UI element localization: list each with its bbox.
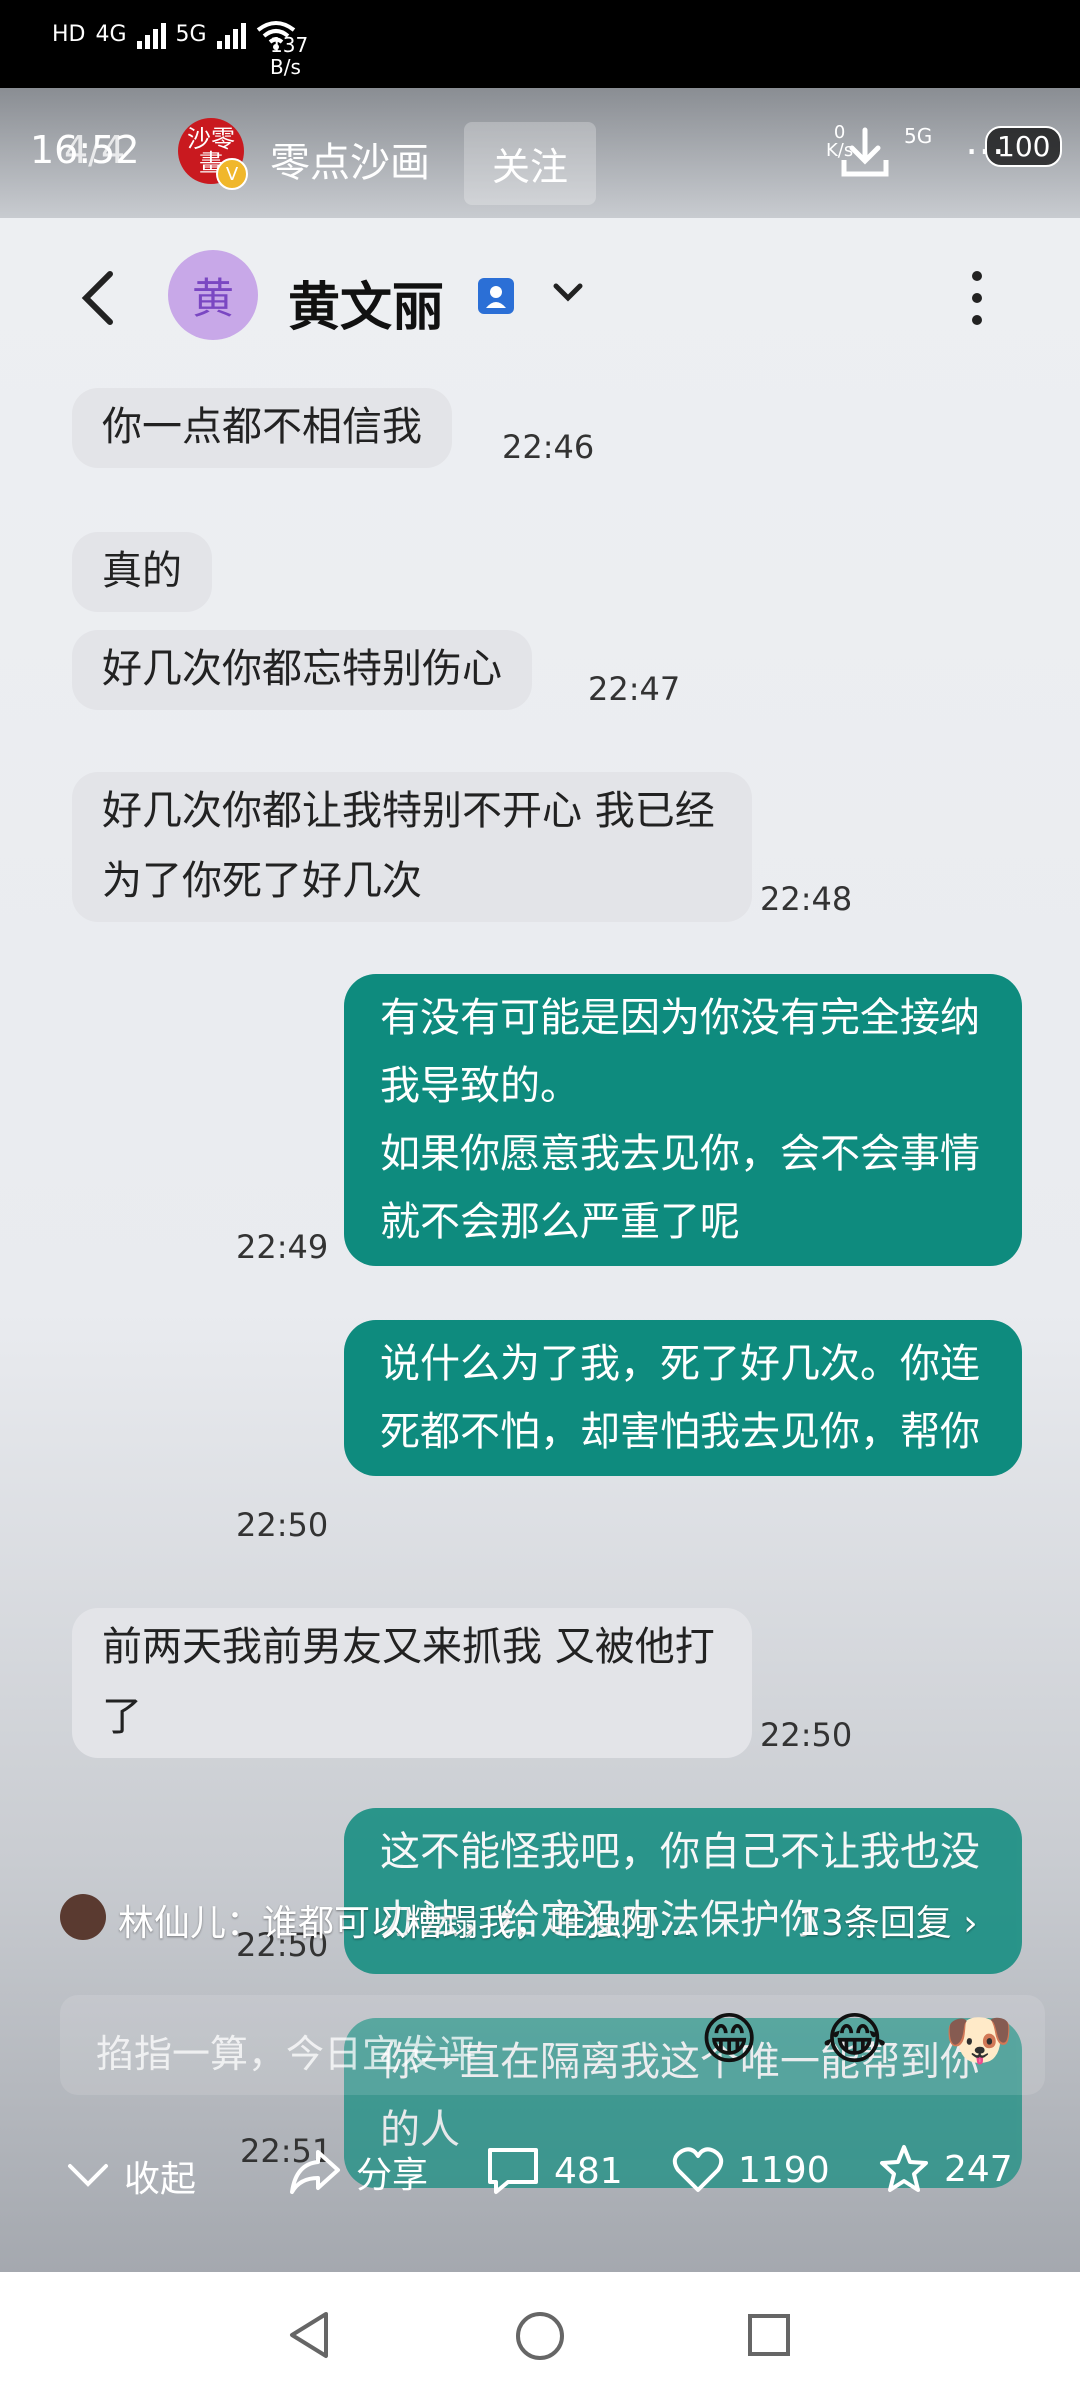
comment-count-button[interactable]: 481 <box>486 2146 623 2196</box>
message-bubble-in: 好几次你都忘特别伤心 <box>72 630 532 710</box>
message-time: 22:50 <box>760 1716 853 1754</box>
status-bar: HD 4G 5G 137 B/s <box>0 0 1080 88</box>
message-time: 22:48 <box>760 880 853 918</box>
download-icon[interactable] <box>838 126 892 180</box>
nav-recents-icon[interactable] <box>746 2312 792 2358</box>
more-vertical-icon[interactable] <box>964 268 990 328</box>
share-button[interactable]: 分享 <box>288 2146 428 2198</box>
replies-link[interactable]: 13条回复 › <box>798 1894 978 1946</box>
message-bubble-out: 这不能怪我吧，你自己不让我也没办法，给定没办法保护你 <box>344 1808 1022 1974</box>
message-time: 22:50 <box>236 1506 329 1544</box>
right-network-label: 5G <box>904 124 933 148</box>
nav-home-icon[interactable] <box>514 2310 566 2362</box>
message-bubble-out: 有没有可能是因为你没有完全接纳我导致的。 如果你愿意我去见你，会不会事情就不会那… <box>344 974 1022 1266</box>
message-bubble-in: 你一点都不相信我 <box>72 388 452 468</box>
author-name[interactable]: 零点沙画 <box>270 130 430 188</box>
signal-icon <box>136 21 166 49</box>
like-button[interactable]: 1190 <box>672 2146 830 2194</box>
message-bubble-in: 真的 <box>72 532 212 612</box>
comment-preview[interactable]: 林仙儿：谁都可以糟蹋我，唯独阿… <box>118 1894 694 1946</box>
comment-input[interactable]: 掐指一算，今日宜发评 😁 😂 🐶 <box>60 1995 1045 2095</box>
commenter-avatar[interactable] <box>60 1894 106 1940</box>
comment-user: 林仙儿 <box>118 1903 227 1944</box>
chevron-right-icon: › <box>951 1903 978 1944</box>
post-top-bar: 16:52 4/4 沙零 畫 V 零点沙画 关注 0 K/s 5G 100 ⋯ <box>0 88 1080 218</box>
share-icon <box>290 2150 340 2194</box>
5g-label: 5G <box>175 22 207 47</box>
heart-icon <box>672 2147 724 2192</box>
contact-name[interactable]: 黄文丽 <box>288 265 444 340</box>
back-arrow-icon[interactable] <box>78 270 118 326</box>
nav-back-icon[interactable] <box>286 2310 332 2360</box>
comment-icon <box>488 2148 538 2194</box>
message-time: 22:46 <box>502 428 595 466</box>
hd-label: HD <box>52 22 86 47</box>
contact-card-icon <box>478 278 514 314</box>
collapse-button[interactable]: 收起 <box>66 2150 196 2202</box>
4g-label: 4G <box>95 22 127 47</box>
network-speed: 137 B/s <box>270 33 309 79</box>
page-counter: 4/4 <box>64 128 126 172</box>
follow-button[interactable]: 关注 <box>464 122 597 205</box>
emoji-grin[interactable]: 😁 <box>700 2007 758 2072</box>
comment-placeholder: 掐指一算，今日宜发评 <box>96 2032 477 2076</box>
message-bubble-out: 说什么为了我，死了好几次。你连死都不怕，却害怕我去见你，帮你 <box>344 1320 1022 1476</box>
system-nav-bar <box>0 2272 1080 2388</box>
message-bubble-in: 前两天我前男友又来抓我 又被他打了 <box>72 1608 752 1758</box>
message-time: 22:49 <box>236 1228 329 1266</box>
star-icon <box>880 2145 928 2192</box>
network-indicators: HD 4G 5G <box>52 20 296 50</box>
signal-icon-2 <box>216 21 246 49</box>
message-bubble-in: 好几次你都让我特别不开心 我已经为了你死了好几次 <box>72 772 752 922</box>
message-time: 22:47 <box>588 670 681 708</box>
comment-text: ：谁都可以糟蹋我，唯独阿… <box>226 1903 695 1944</box>
chevron-down-icon <box>68 2164 108 2187</box>
chevron-down-icon[interactable] <box>552 282 584 304</box>
emoji-dog[interactable]: 🐶 <box>944 2007 1014 2073</box>
favorite-button[interactable]: 247 <box>878 2144 1013 2194</box>
verified-badge-icon: V <box>216 158 248 190</box>
more-icon[interactable]: ⋯ <box>965 128 1009 174</box>
emoji-laugh[interactable]: 😂 <box>822 2007 887 2072</box>
contact-avatar[interactable]: 黄 <box>168 250 258 340</box>
